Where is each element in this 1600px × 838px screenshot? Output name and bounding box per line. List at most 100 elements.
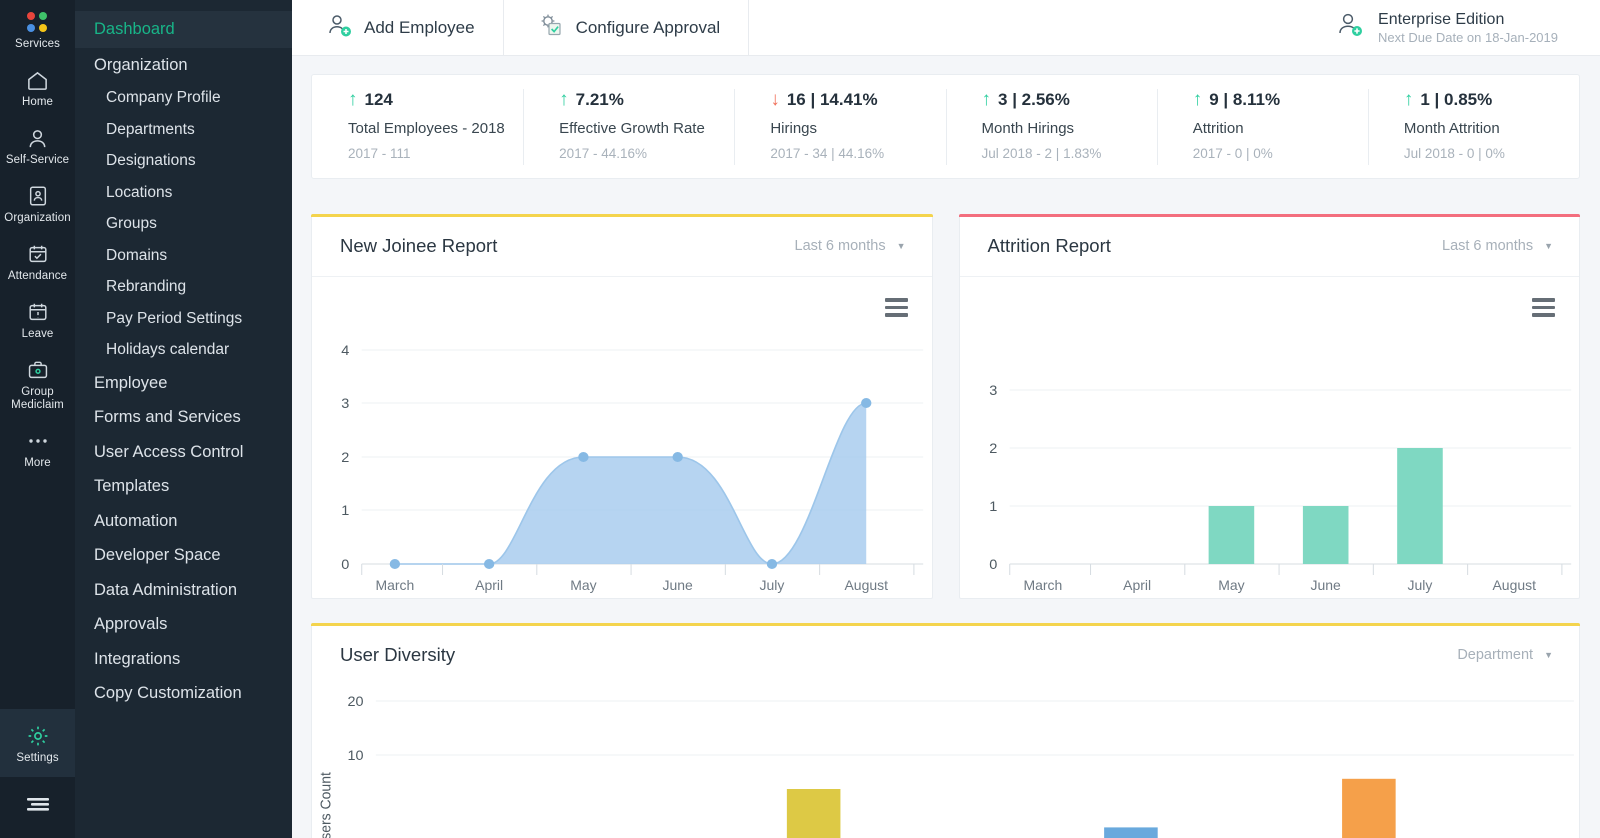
add-employee-label: Add Employee bbox=[364, 18, 475, 38]
nav-item-organization[interactable]: Organization bbox=[75, 48, 292, 83]
svg-text:March: March bbox=[1023, 578, 1062, 593]
edition-title: Enterprise Edition bbox=[1378, 10, 1558, 29]
kpi-total-employees: ↑ 124 Total Employees - 2018 2017 - 111 bbox=[312, 89, 523, 165]
attrition-chart-body: 3 2 1 0 bbox=[960, 277, 1580, 598]
kpi-value: 7.21% bbox=[576, 90, 624, 110]
new-joinee-chart-body: 4 3 2 1 0 bbox=[312, 277, 932, 598]
rail-item-settings[interactable]: Settings bbox=[0, 709, 75, 777]
new-joinee-export-menu-button[interactable] bbox=[885, 298, 908, 317]
kpi-sublabel: 2017 - 0 | 0% bbox=[1193, 146, 1368, 161]
configure-approval-button[interactable]: Configure Approval bbox=[504, 0, 750, 56]
edition-due-date: Next Due Date on 18-Jan-2019 bbox=[1378, 29, 1558, 46]
nav-item-developer-space[interactable]: Developer Space bbox=[75, 538, 292, 573]
rail-item-more[interactable]: More bbox=[0, 419, 75, 477]
data-point bbox=[484, 559, 494, 569]
arrow-up-icon: ↑ bbox=[559, 90, 569, 109]
user-diversity-groupby-select[interactable]: Department ▼ bbox=[1457, 647, 1553, 663]
rail-item-organization[interactable]: Organization bbox=[0, 174, 75, 232]
user-diversity-card: User Diversity Department ▼ 20 10 Users bbox=[311, 623, 1580, 838]
kpi-sublabel: 2017 - 44.16% bbox=[559, 146, 734, 161]
svg-text:1: 1 bbox=[341, 503, 349, 519]
user-icon bbox=[26, 125, 49, 151]
rail-item-attendance[interactable]: Attendance bbox=[0, 232, 75, 290]
svg-text:April: April bbox=[1123, 578, 1151, 593]
user-diversity-title: User Diversity bbox=[340, 644, 455, 666]
kpi-value: 1 | 0.85% bbox=[1420, 90, 1492, 110]
new-joinee-range-select[interactable]: Last 6 months ▼ bbox=[795, 238, 906, 254]
ellipsis-icon bbox=[26, 428, 50, 454]
new-joinee-title: New Joinee Report bbox=[340, 235, 497, 257]
dashboard-scroll-area: ↑ 124 Total Employees - 2018 2017 - 111 … bbox=[292, 56, 1600, 838]
bar bbox=[787, 789, 841, 838]
kpi-label: Month Attrition bbox=[1404, 120, 1579, 137]
nav-item-pay-period-settings[interactable]: Pay Period Settings bbox=[75, 303, 292, 335]
nav-item-copy-customization[interactable]: Copy Customization bbox=[75, 676, 292, 711]
user-diversity-chart-body: 20 10 Users Count bbox=[312, 686, 1579, 838]
bar bbox=[1302, 506, 1348, 564]
svg-text:3: 3 bbox=[341, 396, 349, 412]
attrition-range-select[interactable]: Last 6 months ▼ bbox=[1442, 238, 1553, 254]
home-icon bbox=[26, 67, 49, 93]
new-joinee-area-chart: 4 3 2 1 0 bbox=[312, 277, 932, 598]
svg-text:April: April bbox=[475, 578, 503, 593]
attrition-title: Attrition Report bbox=[988, 235, 1111, 257]
nav-item-integrations[interactable]: Integrations bbox=[75, 642, 292, 677]
arrow-up-icon: ↑ bbox=[348, 90, 358, 109]
edition-text-block: Enterprise Edition Next Due Date on 18-J… bbox=[1378, 10, 1558, 46]
nav-item-rebranding[interactable]: Rebranding bbox=[75, 271, 292, 303]
nav-item-templates[interactable]: Templates bbox=[75, 469, 292, 504]
settings-nav-panel: Dashboard Organization Company Profile D… bbox=[75, 0, 292, 838]
rail-label-organization: Organization bbox=[4, 212, 70, 225]
calendar-alert-icon bbox=[27, 299, 49, 325]
bar bbox=[1342, 779, 1396, 838]
sidebar-collapse-button[interactable] bbox=[0, 777, 75, 838]
rail-item-self-service[interactable]: Self-Service bbox=[0, 116, 75, 174]
rail-item-services[interactable]: Services bbox=[0, 0, 75, 58]
nav-item-company-profile[interactable]: Company Profile bbox=[75, 82, 292, 114]
svg-text:10: 10 bbox=[347, 748, 363, 764]
nav-item-departments[interactable]: Departments bbox=[75, 114, 292, 146]
add-employee-button[interactable]: Add Employee bbox=[292, 0, 504, 56]
nav-item-holidays-calendar[interactable]: Holidays calendar bbox=[75, 334, 292, 366]
nav-item-locations[interactable]: Locations bbox=[75, 177, 292, 209]
nav-item-approvals[interactable]: Approvals bbox=[75, 607, 292, 642]
nav-item-domains[interactable]: Domains bbox=[75, 240, 292, 272]
configure-approval-label: Configure Approval bbox=[576, 18, 721, 38]
attrition-bar-chart: 3 2 1 0 bbox=[960, 277, 1580, 598]
svg-text:1: 1 bbox=[989, 499, 997, 515]
svg-text:Users Count: Users Count bbox=[318, 772, 334, 838]
nav-item-forms-and-services[interactable]: Forms and Services bbox=[75, 400, 292, 435]
kpi-value: 16 | 14.41% bbox=[787, 90, 878, 110]
rail-item-home[interactable]: Home bbox=[0, 58, 75, 116]
nav-item-user-access-control[interactable]: User Access Control bbox=[75, 435, 292, 470]
svg-text:4: 4 bbox=[341, 343, 349, 359]
user-diversity-groupby-value: Department bbox=[1457, 647, 1533, 663]
chevron-down-icon: ▼ bbox=[897, 241, 906, 251]
data-point bbox=[390, 559, 400, 569]
nav-item-employee[interactable]: Employee bbox=[75, 366, 292, 401]
user-diversity-bar-chart: 20 10 Users Count bbox=[312, 686, 1579, 838]
nav-item-groups[interactable]: Groups bbox=[75, 208, 292, 240]
nav-item-automation[interactable]: Automation bbox=[75, 504, 292, 539]
new-joinee-area bbox=[395, 403, 866, 564]
nav-item-designations[interactable]: Designations bbox=[75, 145, 292, 177]
kpi-label: Total Employees - 2018 bbox=[348, 120, 523, 137]
nav-item-dashboard[interactable]: Dashboard bbox=[75, 11, 292, 48]
rail-label-home: Home bbox=[22, 96, 53, 109]
rail-label-attendance: Attendance bbox=[8, 270, 67, 283]
nav-item-data-administration[interactable]: Data Administration bbox=[75, 573, 292, 608]
data-point bbox=[578, 452, 588, 462]
arrow-down-icon: ↓ bbox=[770, 90, 780, 109]
kpi-sublabel: 2017 - 34 | 44.16% bbox=[770, 146, 945, 161]
svg-text:0: 0 bbox=[341, 557, 349, 573]
edition-info[interactable]: Enterprise Edition Next Due Date on 18-J… bbox=[1334, 10, 1600, 46]
svg-text:March: March bbox=[375, 578, 414, 593]
svg-text:0: 0 bbox=[989, 557, 997, 573]
rail-item-group-mediclaim[interactable]: Group Mediclaim bbox=[0, 348, 75, 419]
attrition-export-menu-button[interactable] bbox=[1532, 298, 1555, 317]
kpi-effective-growth-rate: ↑ 7.21% Effective Growth Rate 2017 - 44.… bbox=[523, 89, 734, 165]
bar bbox=[1208, 506, 1254, 564]
svg-text:2: 2 bbox=[341, 450, 349, 466]
organization-card-icon bbox=[27, 183, 49, 209]
rail-item-leave[interactable]: Leave bbox=[0, 290, 75, 348]
